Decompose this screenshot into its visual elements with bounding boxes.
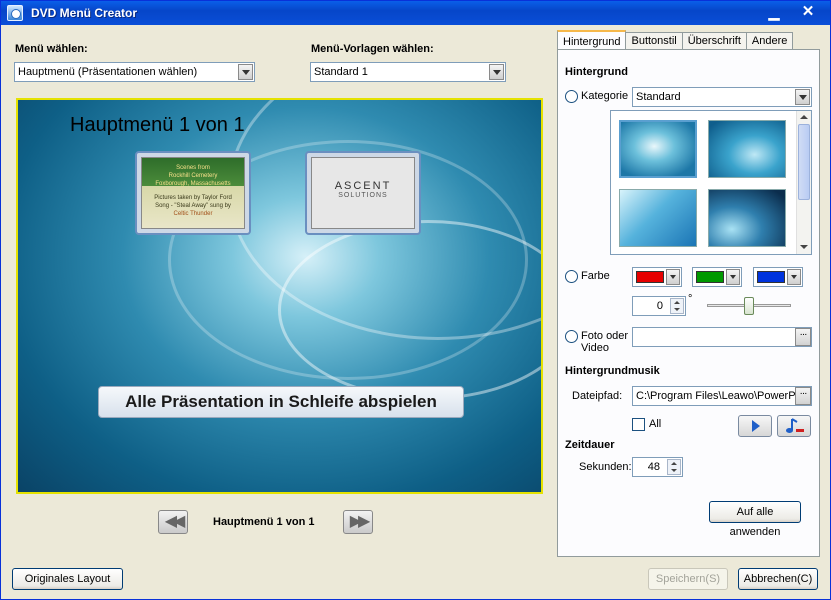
angle-value: 0 [656, 300, 663, 312]
thumb-line: Song - "Steal Away" sung by [155, 203, 231, 209]
presentation-thumbnail-1[interactable]: Scenes from Rockhill Cemetery Foxborough… [135, 151, 251, 235]
stepper-arrows-icon[interactable] [667, 459, 681, 475]
cancel-button[interactable]: Abbrechen(C) [738, 568, 818, 590]
menu-select[interactable]: Hauptmenü (Präsentationen wählen) [14, 62, 255, 82]
presentation-thumbnail-2[interactable]: ASCENT SOLUTIONS [305, 151, 421, 235]
chevron-down-icon[interactable] [795, 89, 810, 105]
chevron-down-icon[interactable] [787, 269, 801, 285]
gallery-scrollbar[interactable] [796, 111, 811, 254]
chevron-down-icon[interactable] [726, 269, 740, 285]
scroll-down-icon[interactable] [800, 245, 808, 249]
thumbnail-image: ASCENT SOLUTIONS [311, 157, 415, 229]
sekunden-label: Sekunden: [579, 461, 632, 473]
color-picker-1[interactable] [632, 267, 682, 287]
color-swatch [757, 271, 785, 283]
tab-andere[interactable]: Andere [745, 32, 794, 49]
kategorie-select[interactable]: Standard [632, 87, 812, 107]
tab-buttonstil[interactable]: Buttonstil [625, 32, 683, 49]
foto-video-radio[interactable] [565, 330, 578, 343]
thumb-line: Pictures taken by Taylor Ford [154, 195, 232, 201]
page-indicator: Hauptmenü 1 von 1 [213, 516, 315, 528]
foto-video-path-input[interactable] [632, 327, 812, 347]
app-icon [7, 5, 23, 21]
thumb-line: Rockhill Cemetery [168, 173, 218, 179]
template-select[interactable]: Standard 1 [310, 62, 506, 82]
tab-hintergrund[interactable]: Hintergrund [557, 30, 627, 49]
tab-ueberschrift[interactable]: Überschrift [681, 32, 747, 49]
kategorie-radio[interactable] [565, 90, 578, 103]
play-icon [752, 420, 760, 432]
settings-tabs: Hintergrund Buttonstil Überschrift Ander… [557, 30, 794, 49]
farbe-radio[interactable] [565, 270, 578, 283]
play-all-loop-button[interactable]: Alle Präsentation in Schleife abspielen [98, 386, 464, 418]
chevron-down-icon[interactable] [666, 269, 680, 285]
dvd-menu-creator-window: DVD Menü Creator ▁ ✕ Menü wählen: Hauptm… [0, 0, 831, 600]
background-gallery [610, 110, 812, 255]
menu-preview: Hauptmenü 1 von 1 Scenes from Rockhill C… [16, 98, 543, 494]
titlebar: DVD Menü Creator ▁ ✕ [1, 1, 830, 25]
template-select-value: Standard 1 [314, 66, 368, 78]
duration-section-title: Zeitdauer [565, 439, 615, 451]
menu-label: Menü wählen: [15, 43, 88, 55]
seconds-value: 48 [647, 461, 660, 473]
scrollbar-thumb[interactable] [798, 124, 810, 200]
foto-video-label-1: Foto oder [581, 330, 629, 342]
music-section-title: Hintergrundmusik [565, 365, 660, 377]
music-path-value: C:\Program Files\Leawo\PowerPoint [636, 390, 812, 402]
browse-music-button[interactable]: ··· [795, 387, 811, 405]
music-note-icon [786, 418, 804, 433]
color-swatch [636, 271, 664, 283]
chevron-down-icon[interactable] [489, 64, 504, 80]
minimize-button[interactable]: ▁ [763, 3, 785, 23]
dateipfad-label: Dateipfad: [572, 390, 623, 402]
farbe-label: Farbe [581, 270, 610, 282]
next-page-button[interactable]: ▶▶ [343, 510, 373, 534]
preview-title: Hauptmenü 1 von 1 [70, 114, 245, 136]
template-label: Menü-Vorlagen wählen: [311, 43, 434, 55]
thumbnail-image: Scenes from Rockhill Cemetery Foxborough… [141, 157, 245, 229]
background-thumbnail[interactable] [619, 189, 697, 247]
seconds-stepper[interactable]: 48 [632, 457, 683, 477]
scroll-up-icon[interactable] [800, 115, 808, 119]
background-thumbnail[interactable] [708, 120, 786, 178]
thumb-line: Scenes from [176, 165, 210, 171]
thumb-line: Foxborough, Massachusetts [155, 181, 231, 187]
color-picker-3[interactable] [753, 267, 803, 287]
music-path-input[interactable]: C:\Program Files\Leawo\PowerPoint [632, 386, 812, 406]
angle-stepper[interactable]: 0 [632, 296, 686, 316]
thumb-line: Celtic Thunder [173, 211, 213, 217]
save-button[interactable]: Speichern(S) [648, 568, 728, 590]
background-thumbnail[interactable] [619, 120, 697, 178]
fast-forward-icon: ▶▶ [349, 513, 371, 530]
kategorie-label: Kategorie [581, 90, 629, 102]
background-thumbnail[interactable] [708, 189, 786, 247]
close-button[interactable]: ✕ [797, 3, 819, 23]
background-section-title: Hintergrund [565, 66, 628, 78]
color-picker-2[interactable] [692, 267, 742, 287]
thumb-logo-sub: SOLUTIONS [338, 192, 388, 199]
all-label: All [649, 418, 662, 430]
browse-foto-button[interactable]: ··· [795, 328, 811, 346]
stepper-arrows-icon[interactable] [670, 298, 684, 314]
menu-select-value: Hauptmenü (Präsentationen wählen) [18, 66, 198, 78]
original-layout-button[interactable]: Originales Layout [12, 568, 123, 590]
rewind-icon: ◀◀ [164, 513, 186, 530]
play-music-button[interactable] [738, 415, 772, 437]
previous-page-button[interactable]: ◀◀ [158, 510, 188, 534]
angle-unit: ° [688, 293, 693, 305]
stop-music-button[interactable] [777, 415, 811, 437]
gradient-slider-thumb[interactable] [744, 297, 754, 315]
all-checkbox[interactable] [632, 418, 645, 431]
window-title: DVD Menü Creator [31, 6, 138, 20]
apply-all-button[interactable]: Auf alle anwenden [709, 501, 801, 538]
thumb-logo-text: ASCENT [334, 180, 392, 192]
foto-video-label-2: Video [581, 342, 609, 354]
kategorie-select-value: Standard [636, 91, 681, 103]
chevron-down-icon[interactable] [238, 64, 253, 80]
color-swatch [696, 271, 724, 283]
